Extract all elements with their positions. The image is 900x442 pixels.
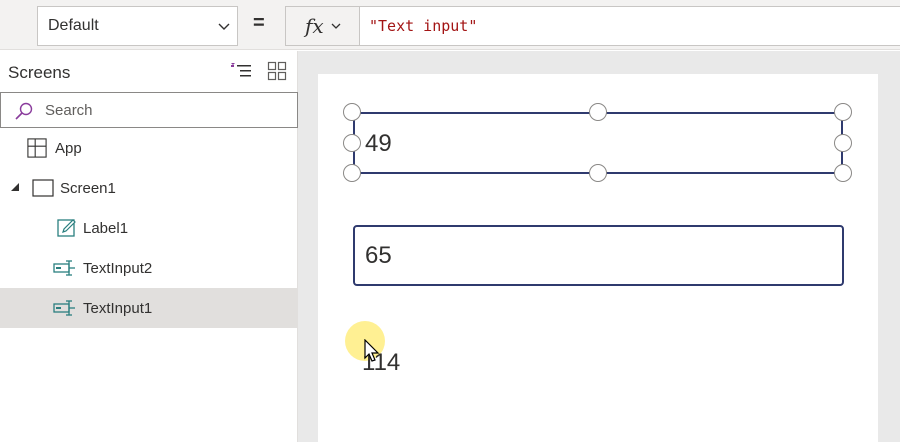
text-input-icon [53, 300, 75, 316]
panel-header: Screens [0, 51, 297, 91]
formula-text: "Text input" [369, 17, 478, 35]
textinput2-control[interactable]: 65 [353, 225, 844, 286]
panel-title: Screens [8, 63, 71, 82]
collapse-arrow-icon[interactable] [10, 182, 20, 192]
resize-handle-top-right[interactable] [834, 103, 852, 121]
label-icon [57, 219, 76, 237]
search-icon [15, 102, 33, 120]
property-dropdown-value: Default [48, 17, 99, 34]
tree-item-label: TextInput1 [83, 300, 153, 317]
canvas-area: 49 65 114 [298, 51, 900, 442]
search-box[interactable] [0, 92, 298, 128]
resize-handle-left[interactable] [343, 134, 361, 152]
formula-input[interactable]: "Text input" [359, 6, 900, 46]
equals-sign: = [253, 12, 265, 34]
fx-icon: fx [305, 14, 324, 38]
text-input-icon [53, 260, 75, 276]
tree-item-textinput2[interactable]: TextInput2 [0, 248, 297, 288]
textinput2-value: 65 [365, 242, 392, 269]
screen1-canvas[interactable]: 49 65 114 [318, 74, 878, 442]
mouse-pointer-icon [364, 339, 380, 362]
resize-handle-bottom-left[interactable] [343, 164, 361, 182]
chevron-down-icon [218, 23, 230, 30]
tree-item-label: App [55, 140, 82, 157]
formula-bar: Default = fx "Text input" [0, 0, 900, 50]
screen-icon [32, 179, 54, 197]
resize-handle-bottom-right[interactable] [834, 164, 852, 182]
resize-handle-top[interactable] [589, 103, 607, 121]
label1-text: 49 [365, 130, 392, 157]
chevron-down-icon [331, 23, 341, 29]
tree-view-icon[interactable] [229, 61, 253, 81]
tree-item-label: TextInput2 [83, 260, 153, 277]
tree-item-textinput1[interactable]: TextInput1 [0, 288, 297, 328]
tree-item-label1[interactable]: Label1 [0, 208, 297, 248]
tree-item-app[interactable]: App [0, 128, 297, 168]
tree-item-label: Label1 [83, 220, 129, 237]
tree-item-screen1[interactable]: Screen1 [0, 168, 297, 208]
resize-handle-bottom[interactable] [589, 164, 607, 182]
thumbnail-view-icon[interactable] [267, 61, 287, 81]
property-dropdown[interactable]: Default [37, 6, 238, 46]
tree-item-label: Screen1 [60, 180, 116, 197]
resize-handle-right[interactable] [834, 134, 852, 152]
screens-panel: Screens App [0, 51, 298, 442]
resize-handle-top-left[interactable] [343, 103, 361, 121]
app-icon [27, 138, 47, 158]
fx-button[interactable]: fx [285, 6, 360, 46]
search-input[interactable] [45, 100, 285, 120]
